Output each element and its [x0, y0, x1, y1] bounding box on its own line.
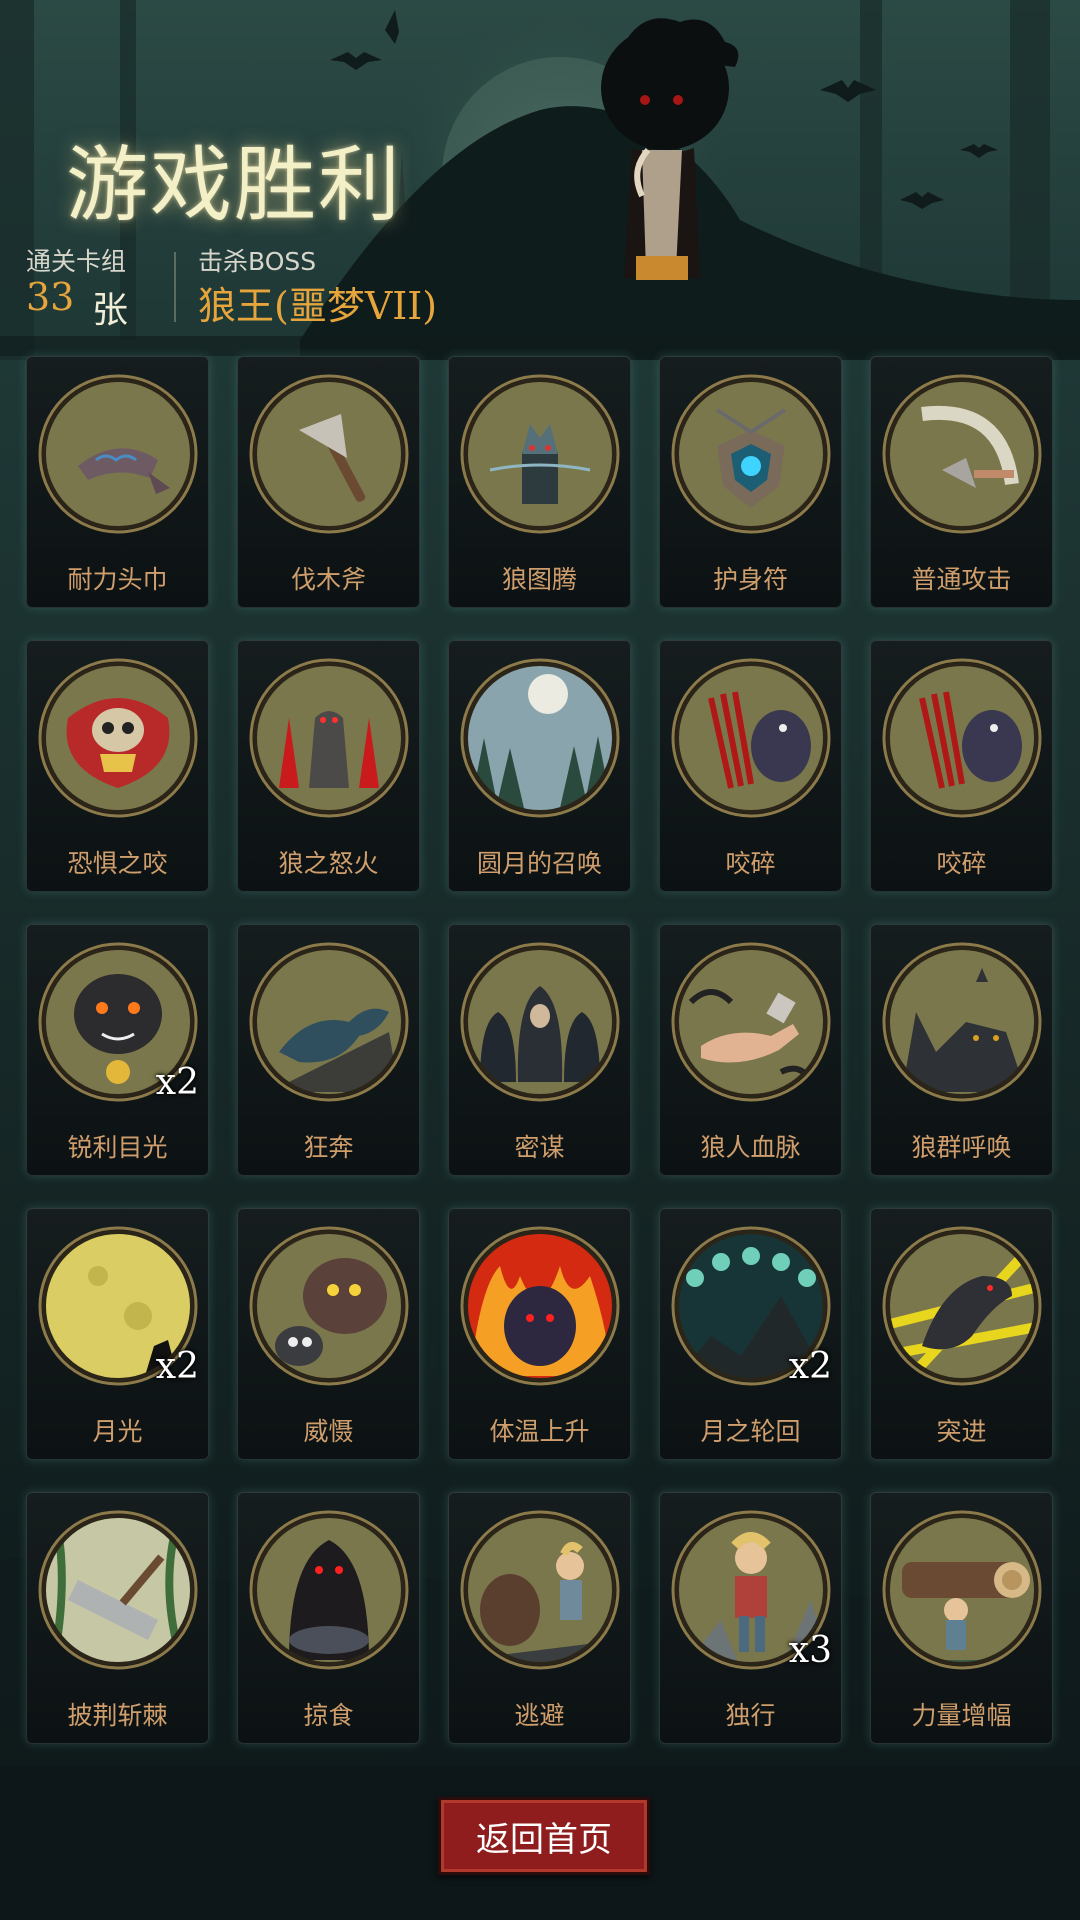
card-name: 月光	[92, 1417, 143, 1446]
full-moon-forest-icon	[460, 658, 620, 818]
card-name: 狂奔	[303, 1133, 354, 1162]
card-name: 狼群呼唤	[911, 1133, 1012, 1162]
cleared-deck-count: 33	[26, 275, 75, 319]
claw-strike-icon	[882, 658, 1042, 818]
hooded-figures-icon	[460, 942, 620, 1102]
predator-icon	[249, 1510, 409, 1670]
card-name: 耐力头巾	[67, 565, 168, 594]
fear-bite-icon	[38, 658, 198, 818]
card-name: 月之轮回	[700, 1417, 801, 1446]
card-count-badge: x2	[155, 1062, 199, 1103]
card-item[interactable]: 狼之怒火	[237, 640, 420, 892]
amulet-icon	[671, 374, 831, 534]
claw-strike-icon	[671, 658, 831, 818]
card-count-badge: x2	[155, 1346, 199, 1387]
card-item[interactable]: 突进	[870, 1208, 1053, 1460]
card-name: 力量增幅	[911, 1701, 1012, 1730]
card-item[interactable]: 力量增幅	[870, 1492, 1053, 1744]
card-name: 恐惧之咬	[67, 849, 168, 878]
wolf-totem-icon	[460, 374, 620, 534]
thorn-cleave-icon	[38, 1510, 198, 1670]
card-item[interactable]: 披荆斩棘	[26, 1492, 209, 1744]
card-count-badge: x2	[788, 1346, 832, 1387]
card-name: 披荆斩棘	[67, 1701, 168, 1730]
escape-icon	[460, 1510, 620, 1670]
card-item[interactable]: 咬碎	[870, 640, 1053, 892]
card-name: 伐木斧	[290, 565, 366, 594]
boss-label: 击杀BOSS	[198, 247, 317, 276]
axe-icon	[249, 374, 409, 534]
card-name: 普通攻击	[911, 565, 1012, 594]
card-item[interactable]: 月光 x2	[26, 1208, 209, 1460]
bandana-icon	[38, 374, 198, 534]
card-item[interactable]: 掠食	[237, 1492, 420, 1744]
return-home-button[interactable]: 返回首页	[438, 1797, 650, 1875]
bear-deter-icon	[249, 1226, 409, 1386]
boss-name: 狼王(噩梦VII)	[198, 284, 438, 328]
card-item[interactable]: 咬碎	[659, 640, 842, 892]
card-name: 狼之怒火	[278, 849, 379, 878]
card-item[interactable]: 普通攻击	[870, 356, 1053, 608]
card-grid: 耐力头巾 伐木斧 狼图腾 护身符 普通攻击恐惧之咬 狼之怒火 圆月的召唤 咬碎 咬碎锐利目光 x2…	[26, 356, 1053, 1744]
card-name: 独行	[725, 1701, 776, 1730]
card-item[interactable]: 耐力头巾	[26, 356, 209, 608]
card-item[interactable]: 逃避	[448, 1492, 631, 1744]
card-item[interactable]: 伐木斧	[237, 356, 420, 608]
stat-divider	[174, 252, 176, 322]
cleared-deck-unit: 张	[92, 290, 129, 331]
card-name: 狼图腾	[501, 565, 577, 594]
running-wolf-icon	[249, 942, 409, 1102]
card-name: 狼人血脉	[700, 1133, 801, 1162]
card-item[interactable]: 威慑	[237, 1208, 420, 1460]
card-name: 密谋	[514, 1133, 565, 1162]
log-carry-icon	[882, 1510, 1042, 1670]
howling-pack-icon	[882, 942, 1042, 1102]
wolf-rage-icon	[249, 658, 409, 818]
flaming-wolf-icon	[460, 1226, 620, 1386]
card-name: 咬碎	[725, 849, 776, 878]
card-item[interactable]: 狼人血脉	[659, 924, 842, 1176]
card-name: 威慑	[303, 1417, 354, 1446]
card-name: 掠食	[303, 1701, 354, 1730]
card-name: 咬碎	[936, 849, 987, 878]
victory-title: 游戏胜利	[66, 138, 403, 233]
card-name: 护身符	[712, 565, 788, 594]
wolf-lunge-icon	[882, 1226, 1042, 1386]
card-item[interactable]: 独行 x3	[659, 1492, 842, 1744]
card-name: 体温上升	[489, 1417, 590, 1446]
card-name: 突进	[936, 1417, 987, 1446]
card-item[interactable]: 锐利目光 x2	[26, 924, 209, 1176]
card-item[interactable]: 狂奔	[237, 924, 420, 1176]
card-item[interactable]: 狼群呼唤	[870, 924, 1053, 1176]
victory-screen: 游戏胜利 通关卡组 33 张 击杀BOSS 狼王(噩梦VII) 耐力头巾 伐木斧狼…	[0, 0, 1080, 1920]
card-item[interactable]: 护身符	[659, 356, 842, 608]
card-name: 锐利目光	[67, 1133, 168, 1162]
card-name: 圆月的召唤	[476, 849, 602, 878]
axe-slash-icon	[882, 374, 1042, 534]
card-item[interactable]: 月之轮回 x2	[659, 1208, 842, 1460]
card-item[interactable]: 圆月的召唤	[448, 640, 631, 892]
card-item[interactable]: 狼图腾	[448, 356, 631, 608]
card-item[interactable]: 恐惧之咬	[26, 640, 209, 892]
card-item[interactable]: 体温上升	[448, 1208, 631, 1460]
card-name: 逃避	[514, 1701, 565, 1730]
cleared-deck-label: 通关卡组	[26, 247, 127, 276]
card-item[interactable]: 密谋	[448, 924, 631, 1176]
card-count-badge: x3	[788, 1630, 832, 1671]
werewolf-hand-icon	[671, 942, 831, 1102]
